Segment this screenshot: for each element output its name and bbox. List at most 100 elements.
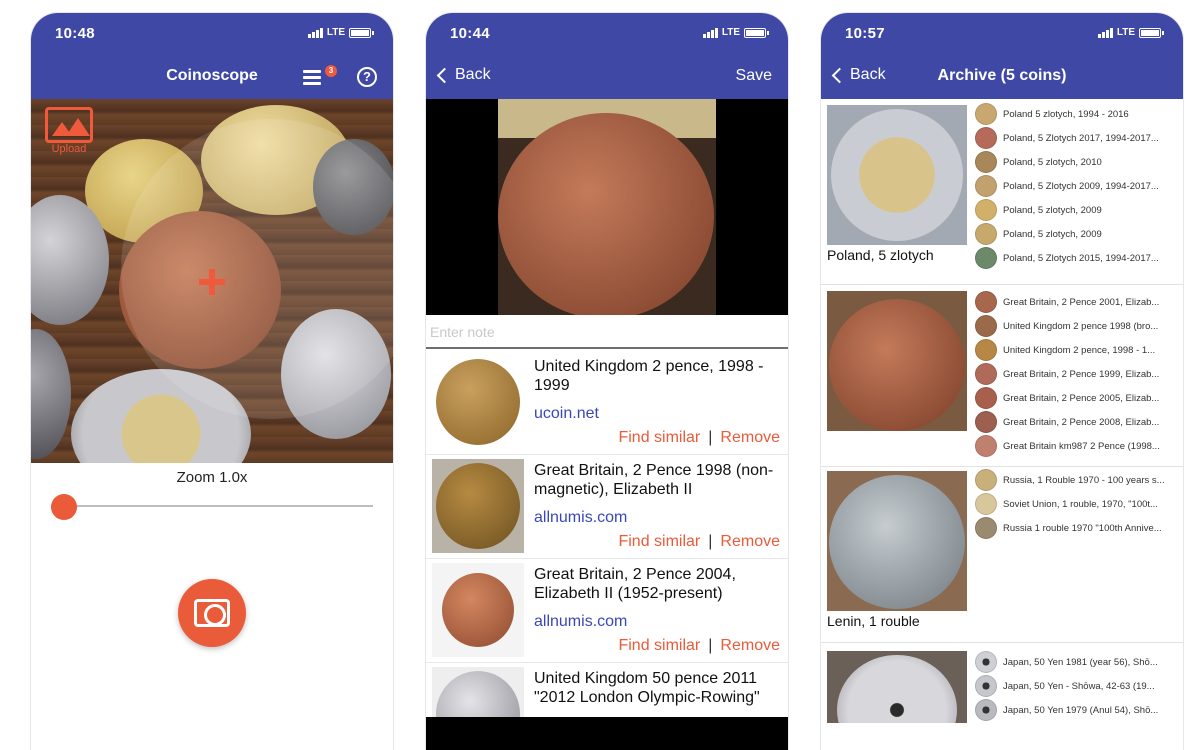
captured-photo [426,99,788,315]
match-thumbnail [975,223,997,245]
nav-bar: Coinoscope 3 ? [31,55,393,99]
match-thumbnail [975,247,997,269]
note-input[interactable] [426,317,788,349]
group-thumbnail [827,291,967,431]
result-title: Great Britain, 2 Pence 1998 (non-magneti… [534,462,774,498]
match-item[interactable]: Great Britain, 2 Pence 2001, Elizab... [975,291,1183,313]
signal-icon [307,27,323,38]
match-thumbnail [975,175,997,197]
match-thumbnail [975,291,997,313]
find-similar-button[interactable]: Find similar [618,533,700,551]
match-item[interactable]: Poland, 5 Zlotych 2017, 1994-2017... [975,127,1183,149]
match-item[interactable]: United Kingdom 2 pence, 1998 - 1... [975,339,1183,361]
match-thumbnail [975,651,997,673]
action-separator: | [708,533,713,550]
remove-button[interactable]: Remove [720,429,780,447]
archive-group[interactable]: Great Britain, 2 Pence 2001, Elizab... U… [821,285,1183,467]
battery-icon [1139,27,1164,38]
archive-group[interactable]: Lenin, 1 rouble Russia, 1 Rouble 1970 - … [821,467,1183,643]
zoom-slider-handle[interactable] [51,494,77,520]
image-upload-icon [45,107,93,143]
signal-icon [1097,27,1113,38]
match-title: Great Britain km987 2 Pence (1998... [1003,440,1160,452]
match-item[interactable]: Japan, 50 Yen 1981 (year 56), Shō... [975,651,1183,673]
match-title: Japan, 50 Yen 1979 (Anul 54), Shō... [1003,704,1159,716]
remove-button[interactable]: Remove [720,533,780,551]
match-thumbnail [975,435,997,457]
back-button[interactable]: Back [436,66,491,84]
status-indicators: LTE [307,27,374,38]
match-thumbnail [975,315,997,337]
upload-label: Upload [51,143,87,155]
phone-archive-screen: 10:57 LTE Back Archive (5 coins) Poland,… [820,12,1184,750]
match-thumbnail [975,493,997,515]
match-item[interactable]: Poland, 5 zlotych, 2009 [975,199,1183,221]
status-bar: 10:48 LTE [31,13,393,55]
match-item[interactable]: Great Britain, 2 Pence 2005, Elizab... [975,387,1183,409]
archive-group[interactable]: Poland, 5 zlotych Poland 5 zlotych, 1994… [821,99,1183,285]
signal-icon [702,27,718,38]
match-thumbnail [975,411,997,433]
results-list: United Kingdom 2 pence, 1998 - 1999 ucoi… [426,351,788,723]
match-thumbnail [975,339,997,361]
result-actions: Find similar | Remove [618,429,780,447]
match-item[interactable]: Russia 1 rouble 1970 "100th Annive... [975,517,1183,539]
bottom-bar [426,717,788,750]
match-item[interactable]: Japan, 50 Yen 1979 (Anul 54), Shō... [975,699,1183,721]
phone-camera-screen: 10:48 LTE Coinoscope 3 ? Upload Zoom 1.0… [30,12,394,750]
archive-title: Archive (5 coins) [937,67,1067,84]
match-item[interactable]: United Kingdom 2 pence 1998 (bro... [975,315,1183,337]
group-thumbnail [827,471,967,611]
zoom-slider-track[interactable] [63,505,373,507]
match-item[interactable]: Soviet Union, 1 rouble, 1970, "100t... [975,493,1183,515]
zoom-label: Zoom 1.0x [176,469,248,486]
result-item[interactable]: Great Britain, 2 Pence 1998 (non-magneti… [426,455,788,559]
group-thumbnail [827,105,967,245]
find-similar-button[interactable]: Find similar [618,637,700,655]
history-list-icon[interactable] [303,69,323,85]
status-bar: 10:44 LTE [426,13,788,55]
result-actions: Find similar | Remove [618,637,780,655]
match-title: Poland, 5 Zlotych 2015, 1994-2017... [1003,252,1159,264]
capture-button[interactable] [178,579,246,647]
match-title: Poland, 5 zlotych, 2010 [1003,156,1102,168]
match-item[interactable]: Poland, 5 Zlotych 2015, 1994-2017... [975,247,1183,269]
match-thumbnail [975,699,997,721]
battery-icon [349,27,374,38]
match-item[interactable]: Poland, 5 zlotych, 2010 [975,151,1183,173]
match-item[interactable]: Poland, 5 Zlotych 2009, 1994-2017... [975,175,1183,197]
match-thumbnail [975,127,997,149]
result-source-link[interactable]: allnumis.com [534,613,627,631]
match-title: Poland, 5 Zlotych 2009, 1994-2017... [1003,180,1159,192]
result-item[interactable]: United Kingdom 50 pence 2011 "2012 Londo… [426,663,788,723]
match-item[interactable]: Poland 5 zlotych, 1994 - 2016 [975,103,1183,125]
match-item[interactable]: Great Britain km987 2 Pence (1998... [975,435,1183,457]
result-item[interactable]: Great Britain, 2 Pence 2004, Elizabeth I… [426,559,788,663]
match-title: Japan, 50 Yen 1981 (year 56), Shō... [1003,656,1158,668]
match-item[interactable]: Japan, 50 Yen - Shōwa, 42-63 (19... [975,675,1183,697]
archive-group[interactable]: Japan, 50 Yen 1981 (year 56), Shō... Jap… [821,643,1183,750]
result-item[interactable]: United Kingdom 2 pence, 1998 - 1999 ucoi… [426,351,788,455]
match-thumbnail [975,363,997,385]
remove-button[interactable]: Remove [720,637,780,655]
help-icon[interactable]: ? [357,67,377,87]
upload-button[interactable]: Upload [45,107,93,155]
result-source-link[interactable]: allnumis.com [534,509,627,527]
match-item[interactable]: Great Britain, 2 Pence 2008, Elizab... [975,411,1183,433]
battery-icon [744,27,769,38]
match-item[interactable]: Russia, 1 Rouble 1970 - 100 years s... [975,469,1183,491]
find-similar-button[interactable]: Find similar [618,429,700,447]
status-time: 10:44 [450,25,490,42]
match-thumbnail [975,675,997,697]
match-title: Great Britain, 2 Pence 1999, Elizab... [1003,368,1160,380]
match-item[interactable]: Poland, 5 zlotych, 2009 [975,223,1183,245]
match-title: Great Britain, 2 Pence 2005, Elizab... [1003,392,1160,404]
match-thumbnail [975,103,997,125]
result-source-link[interactable]: ucoin.net [534,405,599,423]
match-title: Soviet Union, 1 rouble, 1970, "100t... [1003,498,1158,510]
camera-viewfinder[interactable]: Upload [31,99,393,463]
history-badge: 3 [325,65,337,77]
save-button[interactable]: Save [736,67,772,85]
match-item[interactable]: Great Britain, 2 Pence 1999, Elizab... [975,363,1183,385]
result-title: Great Britain, 2 Pence 2004, Elizabeth I… [534,566,736,602]
